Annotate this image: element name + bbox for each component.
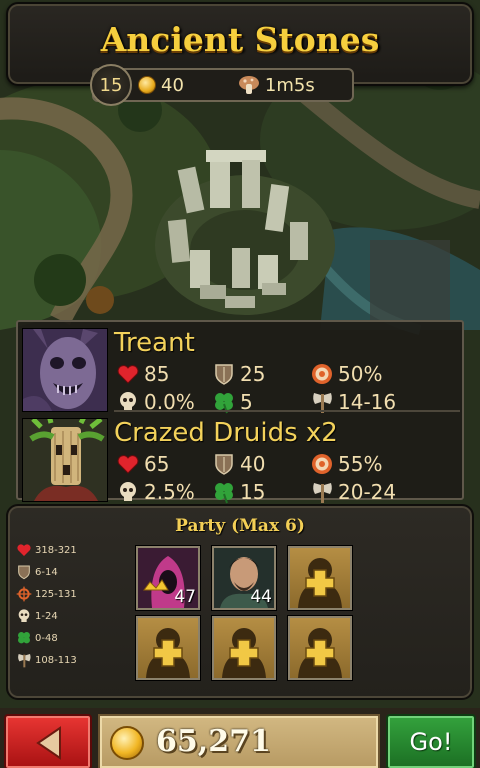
mushroom-time-icon [238,76,259,94]
enemy-damage-stat: 20-24 [310,480,396,504]
party-slot-empty[interactable] [212,616,276,680]
location-gold-cost: 40 [161,74,184,96]
party-slot-empty[interactable] [288,546,352,610]
party-armor-value: 6-14 [35,566,58,578]
add-member-icon [298,628,342,678]
party-damage-value: 108-113 [35,654,77,666]
gold-coin-icon [138,76,156,94]
crosshair-icon [16,586,32,602]
treant-portrait-icon [22,328,108,412]
back-arrow-icon [36,726,61,760]
enemy-health-stat: 85 [116,362,169,386]
shield-icon [215,364,233,385]
party-armor-stat: 6-14 [16,564,58,580]
gold-amount: 65,271 [156,724,271,759]
heart-icon [117,365,139,384]
location-duration: 1m5s [264,74,315,96]
party-slot-2[interactable]: 44 [212,546,276,610]
enemy-health-value: 65 [144,452,170,476]
location-info-bar: 15 40 1m5s [90,64,354,106]
clover-icon [18,632,30,644]
party-title: Party (Max 6) [175,516,305,536]
party-health-value: 318-321 [35,544,77,556]
heart-icon [17,544,31,556]
enemy-row[interactable]: Crazed Druids x2 65 40 55% 2.5% 15 20-24 [18,414,462,504]
enemy-accuracy-value: 50% [338,362,383,386]
party-member-level: 44 [250,587,272,607]
party-damage-stat: 108-113 [16,652,77,668]
enemy-damage-value: 20-24 [338,480,397,504]
skull-icon [18,609,30,622]
druid-portrait-icon [22,418,108,502]
heart-icon [117,455,139,474]
party-accuracy-value: 125-131 [35,588,77,600]
go-button[interactable]: Go! [386,714,476,768]
enemy-name: Treant [114,328,195,358]
party-panel: Party (Max 6) 318-321 6-14 125-131 1-24 … [6,504,474,700]
enemy-row[interactable]: Treant 85 25 50% 0.0% 5 14-16 [18,324,462,414]
enemy-accuracy-stat: 55% [310,452,382,476]
shield-icon [18,565,30,580]
enemy-health-stat: 65 [116,452,169,476]
add-member-icon [222,628,266,678]
party-accuracy-stat: 125-131 [16,586,77,602]
enemy-crit-stat: 2.5% [116,480,195,504]
party-crit-value: 1-24 [35,610,58,622]
axe-icon [313,483,332,503]
party-member-level: 47 [174,587,196,607]
enemy-name: Crazed Druids x2 [114,418,338,448]
enemy-armor-value: 25 [240,362,266,386]
enemy-health-value: 85 [144,362,170,386]
enemy-divider [114,410,460,412]
axe-icon [18,654,31,668]
gold-coin-icon [110,726,144,760]
skull-icon [120,482,136,501]
bottom-bar: 65,271 Go! [0,708,480,768]
location-title: Ancient Stones [100,20,380,59]
party-slot-1[interactable]: 47 [136,546,200,610]
enemy-luck-value: 15 [240,480,266,504]
gold-display: 65,271 [98,714,380,768]
target-icon [312,454,332,474]
party-crit-stat: 1-24 [16,608,58,624]
target-icon [312,364,332,384]
shield-icon [215,454,233,475]
add-member-icon [298,558,342,608]
party-slot-empty[interactable] [136,616,200,680]
enemy-luck-stat: 15 [212,480,265,504]
enemy-panel: Treant 85 25 50% 0.0% 5 14-16 Crazed Dru… [16,320,464,504]
add-member-icon [146,628,190,678]
enemy-accuracy-value: 55% [338,452,383,476]
party-luck-value: 0-48 [35,632,58,644]
back-button[interactable] [4,714,92,768]
enemy-armor-stat: 40 [212,452,265,476]
clover-icon [215,483,233,504]
enemy-accuracy-stat: 50% [310,362,382,386]
party-health-stat: 318-321 [16,542,77,558]
enemy-armor-stat: 25 [212,362,265,386]
location-level-badge: 15 [90,64,132,106]
party-slot-empty[interactable] [288,616,352,680]
party-luck-stat: 0-48 [16,630,58,646]
enemy-armor-value: 40 [240,452,266,476]
enemy-crit-value: 2.5% [144,480,195,504]
